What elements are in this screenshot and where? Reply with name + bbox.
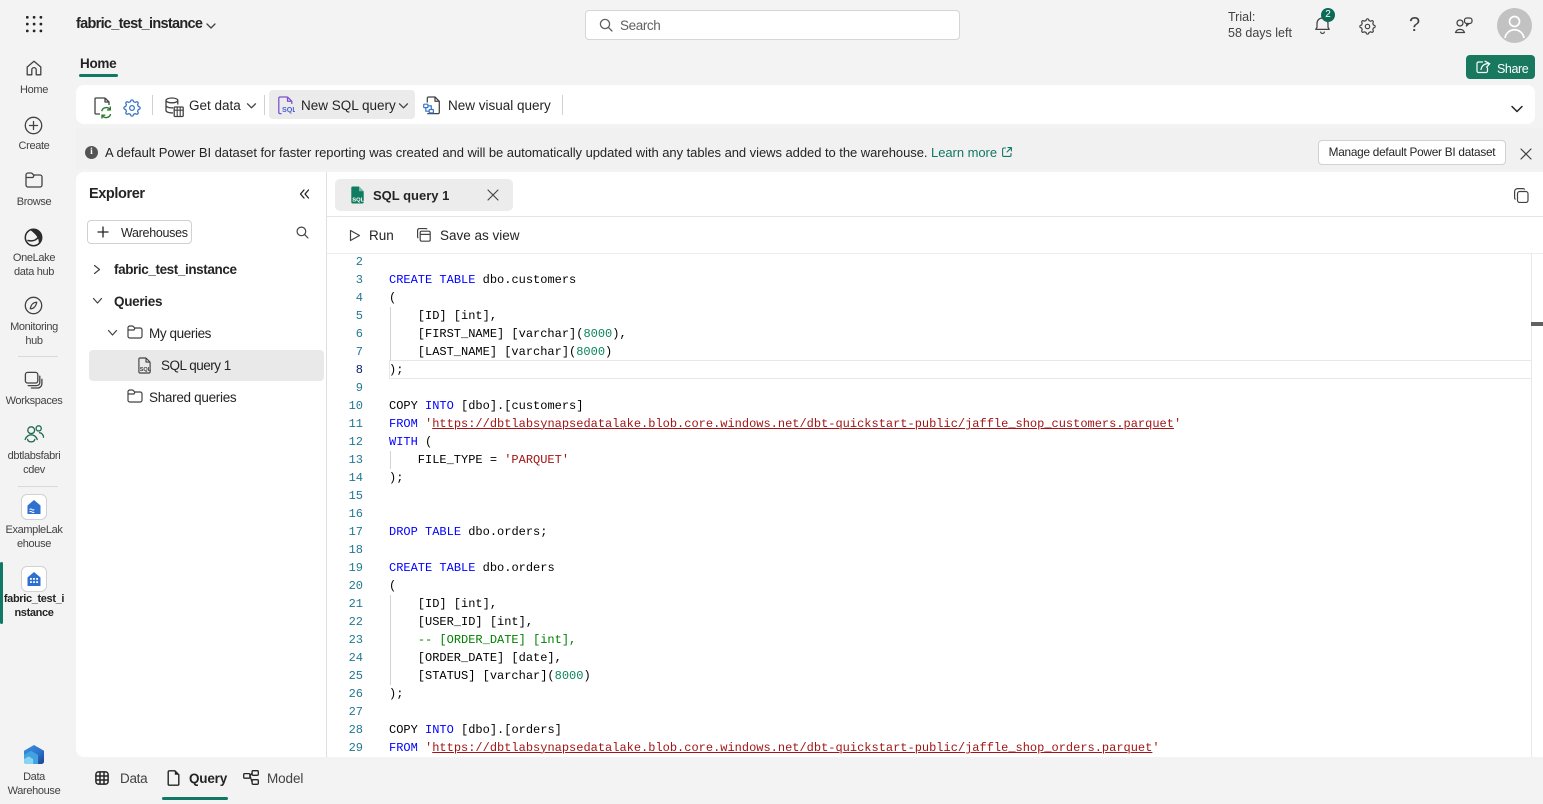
svg-text:SQL: SQL [140, 367, 152, 373]
svg-text:SQL: SQL [282, 105, 295, 114]
svg-text:SQL: SQL [352, 197, 364, 203]
